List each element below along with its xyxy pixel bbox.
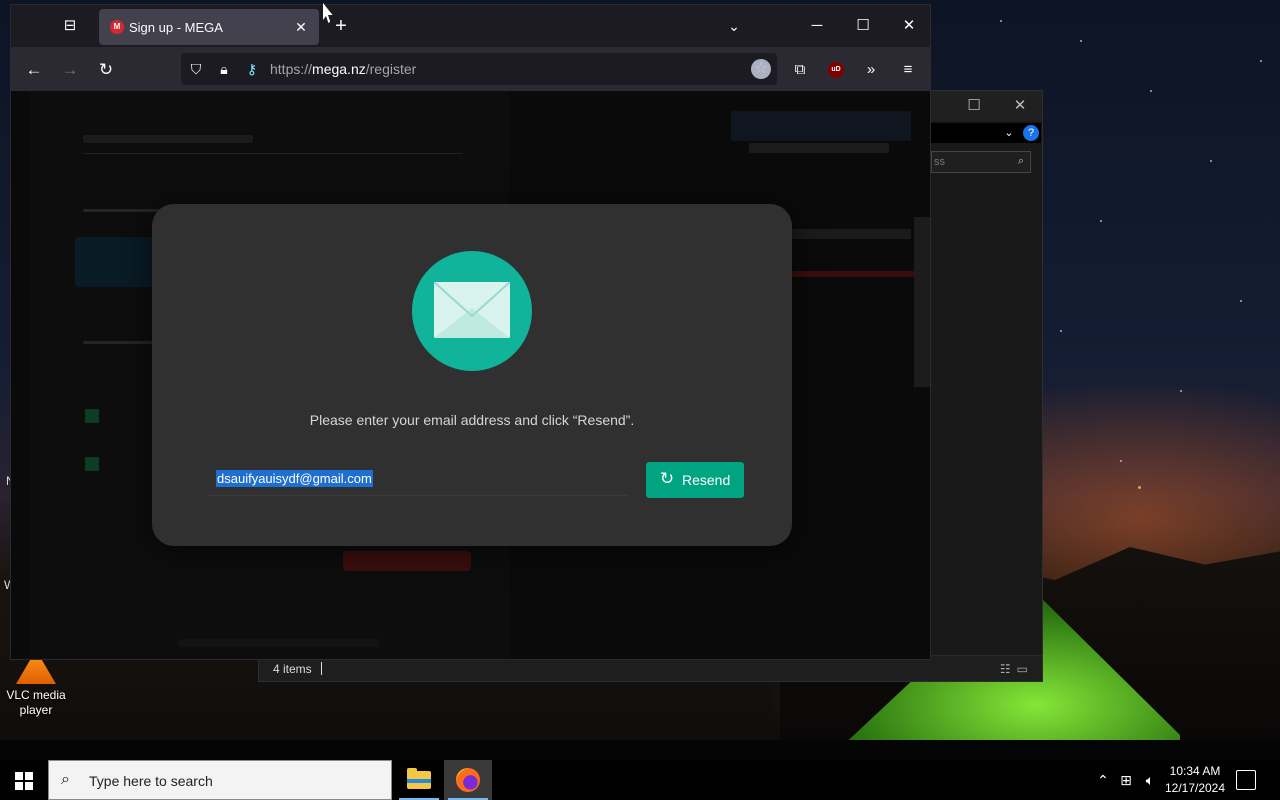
explorer-search-input[interactable]: ss ⌕ xyxy=(931,151,1031,173)
close-window-icon[interactable]: ✕ xyxy=(894,13,924,39)
minimize-icon[interactable]: ─ xyxy=(802,13,832,39)
tab-sign-up-mega[interactable]: M Sign up - MEGA ✕ xyxy=(99,9,319,45)
maximize-icon[interactable]: ☐ xyxy=(848,13,878,39)
resend-email-dialog: Please enter your email address and clic… xyxy=(152,204,792,546)
item-count: 4 items xyxy=(273,662,312,676)
url-text[interactable]: https://mega.nz/register xyxy=(270,61,416,77)
url-bar[interactable]: ⛉ 🔒︎ ⚷ https://mega.nz/register ☆ xyxy=(181,53,777,85)
tracking-protection-shield-icon[interactable]: ⛉ xyxy=(186,59,206,79)
start-button[interactable] xyxy=(0,760,48,800)
taskbar-firefox[interactable] xyxy=(444,760,492,800)
system-clock[interactable]: 10:34 AM 12/17/2024 xyxy=(1162,763,1228,797)
maximize-icon[interactable]: ☐ xyxy=(963,95,985,117)
tab-title: Sign up - MEGA xyxy=(129,20,223,35)
taskbar-search-box[interactable]: ⌕ Type here to search xyxy=(48,760,392,800)
clock-date: 12/17/2024 xyxy=(1164,781,1226,795)
envelope-icon xyxy=(434,282,510,338)
notification-center-icon[interactable] xyxy=(1236,770,1256,790)
volume-muted-icon[interactable]: 🔈︎ xyxy=(1140,760,1160,800)
refresh-icon: ↻ xyxy=(659,469,675,488)
desktop-icon-vlc[interactable]: VLC media player xyxy=(4,650,68,718)
more-tools-chevron-icon[interactable]: » xyxy=(858,57,884,83)
firefox-icon xyxy=(456,768,480,792)
hamburger-menu-icon[interactable]: ≡ xyxy=(895,57,921,83)
network-icon[interactable]: ⊞ xyxy=(1116,760,1136,800)
resend-button[interactable]: ↻ Resend xyxy=(646,462,744,498)
chevron-down-icon[interactable]: ⌄ xyxy=(723,15,745,37)
search-icon: ⌕ xyxy=(1017,155,1024,167)
taskbar-file-explorer[interactable] xyxy=(395,760,443,800)
email-field[interactable]: dsauifyauisydf@gmail.com xyxy=(208,462,628,496)
reload-icon[interactable]: ↻ xyxy=(93,57,119,83)
back-icon[interactable]: ← xyxy=(21,57,47,83)
tab-strip: ⊟ M Sign up - MEGA ✕ + ⌄ ─ ☐ ✕ xyxy=(11,5,930,47)
extensions-icon[interactable]: ⧉ xyxy=(787,57,813,83)
show-hidden-icons-chevron-icon[interactable]: ⌃ xyxy=(1094,760,1112,800)
search-placeholder: Type here to search xyxy=(89,773,213,789)
tab-manager-icon[interactable]: ⊟ xyxy=(59,15,81,37)
new-tab-icon[interactable]: + xyxy=(329,15,353,39)
forward-icon[interactable]: → xyxy=(57,57,83,83)
ublock-origin-icon[interactable]: uD xyxy=(828,62,844,78)
close-tab-icon[interactable]: ✕ xyxy=(291,17,311,37)
resend-label: Resend xyxy=(682,472,731,488)
mega-favicon-icon: M xyxy=(110,20,124,34)
help-icon[interactable]: ? xyxy=(1023,125,1039,141)
view-toggle-icons[interactable]: ☷▭ xyxy=(1000,662,1034,676)
key-icon[interactable]: ⚷ xyxy=(242,59,262,79)
taskbar: ⌕ Type here to search ⌃ ⊞ 🔈︎ 10:34 AM 12… xyxy=(0,760,1280,800)
search-icon: ⌕ xyxy=(61,771,70,788)
navigation-toolbar: ← → ↻ ⛉ 🔒︎ ⚷ https://mega.nz/register ☆ … xyxy=(11,47,930,91)
email-value-selected[interactable]: dsauifyauisydf@gmail.com xyxy=(216,470,373,487)
windows-logo-icon xyxy=(15,772,33,790)
close-icon[interactable]: ✕ xyxy=(1009,95,1031,117)
bookmark-star-icon[interactable]: ☆ xyxy=(751,59,771,79)
folder-icon xyxy=(407,768,431,789)
chevron-down-icon[interactable]: ⌄ xyxy=(1001,123,1017,143)
envelope-icon xyxy=(412,251,532,371)
desktop-icon-label: VLC media player xyxy=(6,688,66,717)
clock-time: 10:34 AM xyxy=(1169,764,1221,778)
lock-icon[interactable]: 🔒︎ xyxy=(214,59,234,79)
dialog-instructions: Please enter your email address and clic… xyxy=(309,412,635,428)
explorer-titlebar: ☐ ✕ xyxy=(931,91,1042,121)
firefox-window: ⊟ M Sign up - MEGA ✕ + ⌄ ─ ☐ ✕ ← → ↻ ⛉ 🔒… xyxy=(10,4,931,660)
text-cursor xyxy=(321,662,322,675)
